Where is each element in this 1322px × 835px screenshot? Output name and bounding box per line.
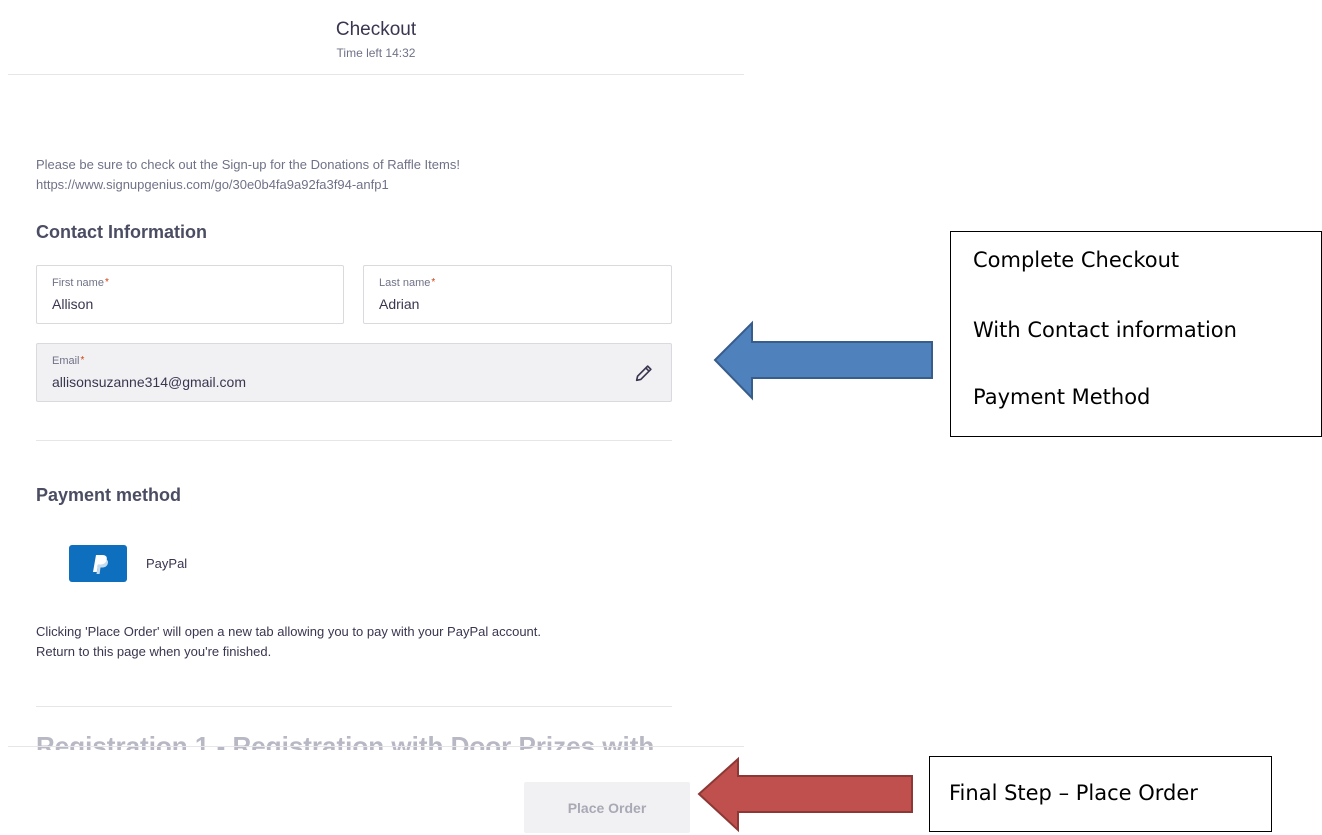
email-value: allisonsuzanne314@gmail.com: [52, 374, 246, 390]
last-name-field[interactable]: Last name* Adrian: [363, 265, 672, 324]
notice-link[interactable]: https://www.signupgenius.com/go/30e0b4fa…: [36, 175, 676, 195]
payment-heading: Payment method: [36, 485, 182, 505]
paypal-option-label[interactable]: PayPal: [146, 556, 187, 571]
time-left: Time left 14:32: [336, 46, 416, 60]
paypal-note: Clicking 'Place Order' will open a new t…: [36, 624, 542, 659]
last-name-label: Last name*: [379, 277, 436, 289]
registration-heading: Registration 1 - Registration with Door …: [36, 731, 655, 750]
pencil-icon[interactable]: [633, 362, 655, 384]
email-field: Email* allisonsuzanne314@gmail.com: [36, 343, 672, 402]
last-name-value[interactable]: Adrian: [379, 296, 419, 312]
final-step-callout: Final Step – Place Order: [929, 756, 1272, 832]
place-order-button[interactable]: Place Order: [524, 782, 690, 833]
first-name-field[interactable]: First name* Allison: [36, 265, 344, 324]
page-title: Checkout: [335, 19, 417, 40]
red-arrow-icon: [697, 756, 913, 833]
first-name-label: First name*: [52, 277, 109, 289]
contact-heading: Contact Information: [36, 222, 207, 242]
signup-notice: Please be sure to check out the Sign-up …: [36, 155, 676, 195]
section-divider: [36, 706, 672, 707]
footer-divider: [8, 746, 744, 747]
callout-line: Complete Checkout: [973, 248, 1180, 272]
first-name-value[interactable]: Allison: [52, 296, 93, 312]
blue-arrow-icon: [713, 320, 933, 401]
callout-line: With Contact information: [973, 318, 1237, 342]
notice-text: Please be sure to check out the Sign-up …: [36, 157, 460, 172]
section-divider: [36, 440, 672, 441]
checkout-header: Checkout Time left 14:32: [8, 0, 744, 75]
paypal-logo-icon[interactable]: [69, 545, 127, 582]
email-label: Email*: [52, 355, 85, 367]
callout-line: Payment Method: [973, 385, 1151, 409]
instruction-callout: Complete Checkout With Contact informati…: [950, 231, 1322, 437]
callout-line: Final Step – Place Order: [949, 781, 1198, 805]
